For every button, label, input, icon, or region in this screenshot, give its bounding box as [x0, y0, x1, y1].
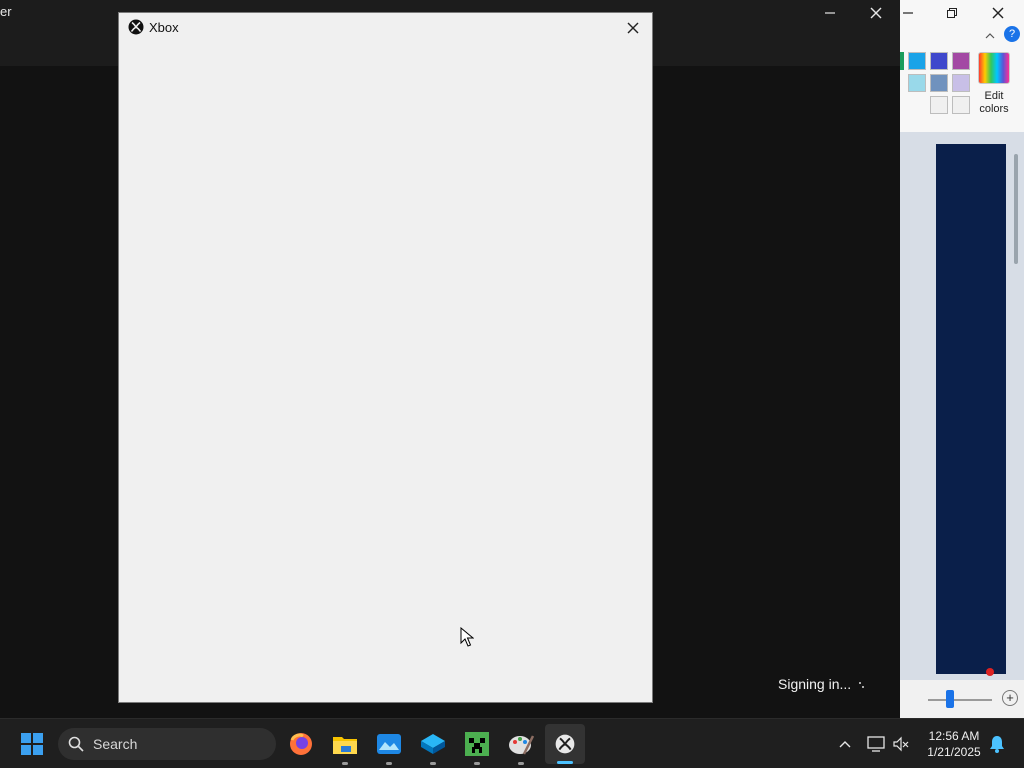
close-icon[interactable] — [980, 0, 1016, 26]
running-indicator — [386, 762, 392, 765]
paint-ribbon: ? Edit colors — [900, 0, 1024, 133]
clock-time: 12:56 AM — [928, 729, 980, 743]
minimize-icon[interactable] — [812, 0, 848, 26]
xbox-logo-icon — [128, 19, 144, 35]
clock-date: 1/21/2025 — [927, 745, 981, 759]
taskbar: Search 12:56 AM 1/21/2025 — [0, 718, 1024, 768]
dialog-title: Xbox — [149, 20, 179, 35]
canvas-marker — [986, 668, 994, 676]
running-indicator — [474, 762, 480, 765]
xbox-dialog: Xbox — [118, 12, 653, 703]
paint-icon[interactable] — [506, 729, 536, 759]
xbox-icon[interactable] — [550, 729, 580, 759]
palette-swatch[interactable] — [908, 52, 926, 70]
edit-colors-icon[interactable] — [978, 52, 1010, 84]
palette-swatch[interactable] — [952, 96, 970, 114]
palette-swatch-green[interactable] — [900, 52, 904, 70]
mouse-cursor-icon — [460, 627, 474, 647]
close-icon[interactable] — [858, 0, 894, 26]
canvas-image — [936, 144, 1006, 674]
restore-icon[interactable] — [934, 0, 970, 26]
chevron-up-icon[interactable] — [830, 729, 860, 759]
volume-muted-icon[interactable] — [886, 729, 916, 759]
sketch-icon[interactable] — [418, 729, 448, 759]
minecraft-icon[interactable] — [462, 729, 492, 759]
close-icon[interactable] — [619, 16, 647, 40]
search-placeholder: Search — [93, 736, 138, 752]
active-indicator — [557, 761, 573, 764]
palette-swatch[interactable] — [908, 74, 926, 92]
palette-swatch[interactable] — [930, 96, 948, 114]
palette-swatch[interactable] — [930, 74, 948, 92]
file-explorer-icon[interactable] — [330, 729, 360, 759]
running-indicator — [518, 762, 524, 765]
zoom-slider-track[interactable] — [928, 699, 992, 701]
edit-colors-label[interactable]: Edit colors — [974, 90, 1014, 116]
palette-swatch[interactable] — [952, 74, 970, 92]
search-box[interactable]: Search — [58, 728, 276, 760]
palette-swatch[interactable] — [952, 52, 970, 70]
palette-swatch[interactable] — [930, 52, 948, 70]
zoom-in-icon[interactable]: + — [1002, 690, 1018, 706]
vertical-scrollbar[interactable] — [1014, 154, 1018, 264]
help-icon[interactable]: ? — [1004, 26, 1020, 42]
signing-in-status: Signing in... — [778, 676, 852, 692]
paint-window: ? Edit colors + — [900, 0, 1024, 718]
minimize-icon[interactable] — [890, 0, 926, 26]
running-indicator — [342, 762, 348, 765]
zoom-slider-thumb[interactable] — [946, 690, 954, 708]
loading-spinner-icon — [859, 682, 864, 688]
search-icon — [68, 736, 84, 752]
chevron-up-icon[interactable] — [984, 28, 996, 46]
running-indicator — [430, 762, 436, 765]
launcher-title: er — [0, 4, 12, 19]
photos-icon[interactable] — [374, 729, 404, 759]
firefox-icon[interactable] — [286, 729, 316, 759]
system-clock[interactable]: 12:56 AM 1/21/2025 — [920, 728, 988, 760]
notification-bell-icon[interactable] — [982, 729, 1012, 759]
paint-status-bar: + — [900, 680, 1024, 718]
paint-canvas-area — [900, 132, 1024, 680]
windows-start-icon[interactable] — [17, 729, 47, 759]
